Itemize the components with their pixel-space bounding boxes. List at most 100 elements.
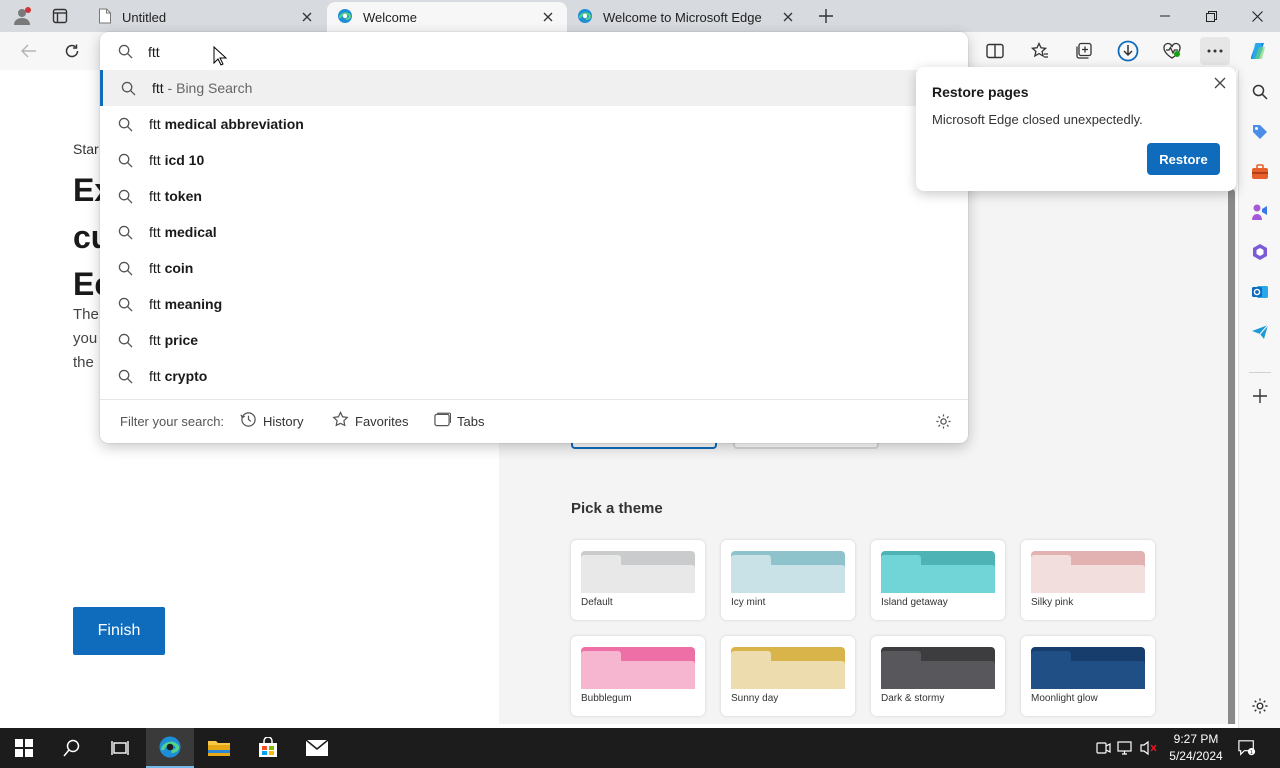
tabs-icon xyxy=(434,412,452,431)
close-window-button[interactable] xyxy=(1234,0,1280,32)
microsoft-365-icon[interactable] xyxy=(1247,239,1273,265)
suggestion-text: ftt price xyxy=(149,332,198,348)
downloads-icon[interactable] xyxy=(1113,37,1143,65)
vertical-tabs-icon[interactable] xyxy=(46,4,74,28)
volume-muted-icon[interactable] xyxy=(1140,739,1158,757)
send-icon[interactable] xyxy=(1247,319,1273,345)
task-view-icon[interactable] xyxy=(96,728,144,768)
search-settings-icon[interactable] xyxy=(935,410,952,432)
taskbar-edge-icon[interactable] xyxy=(146,728,194,768)
finish-button[interactable]: Finish xyxy=(73,607,165,655)
microsoft-store-icon[interactable] xyxy=(244,728,292,768)
more-options-icon[interactable] xyxy=(1200,37,1230,65)
theme-card[interactable]: Default xyxy=(571,540,705,620)
search-suggestion[interactable]: ftt medical abbreviation xyxy=(100,106,968,142)
taskbar-search-icon[interactable] xyxy=(48,728,96,768)
folder-icon xyxy=(731,551,845,593)
search-suggestion[interactable]: ftt meaning xyxy=(100,286,968,322)
search-suggestion[interactable]: ftt crypto xyxy=(100,358,968,394)
search-icon xyxy=(116,331,134,349)
page-icon xyxy=(98,8,112,27)
popup-message: Microsoft Edge closed unexpectedly. xyxy=(932,112,1143,127)
theme-section-title: Pick a theme xyxy=(571,500,663,517)
games-icon[interactable] xyxy=(1247,199,1273,225)
theme-card[interactable]: Sunny day xyxy=(721,636,855,716)
copilot-icon[interactable] xyxy=(1243,37,1273,65)
meet-now-icon[interactable] xyxy=(1094,739,1112,757)
restore-window-button[interactable] xyxy=(1188,0,1234,32)
tab-untitled[interactable]: Untitled xyxy=(88,2,326,32)
outlook-icon[interactable] xyxy=(1247,279,1273,305)
theme-card[interactable]: Moonlight glow xyxy=(1021,636,1155,716)
search-icon[interactable] xyxy=(1247,79,1273,105)
search-suggestion[interactable]: ftt coin xyxy=(100,250,968,286)
search-icon xyxy=(116,223,134,241)
search-suggestion[interactable]: ftt price xyxy=(100,322,968,358)
search-suggestion[interactable]: ftt icd 10 xyxy=(100,142,968,178)
tab-strip: Untitled Welcome Welcome to Microsoft Ed… xyxy=(0,0,1280,32)
collections-icon[interactable] xyxy=(1069,37,1099,65)
search-suggestion[interactable]: ftt - Bing Search xyxy=(100,70,968,106)
suggestion-query: ftt xyxy=(149,188,161,204)
search-icon xyxy=(119,79,137,97)
theme-card[interactable]: Silky pink xyxy=(1021,540,1155,620)
clock-date: 5/24/2024 xyxy=(1169,749,1223,763)
filter-tabs-button[interactable]: Tabs xyxy=(434,410,484,432)
suggestion-text: ftt coin xyxy=(149,260,193,276)
suggestion-completion: icd 10 xyxy=(164,152,205,168)
back-button[interactable] xyxy=(14,37,44,65)
tools-icon[interactable] xyxy=(1247,159,1273,185)
windows-taskbar: 9:27 PM 5/24/2024 1 xyxy=(0,728,1280,768)
start-icon[interactable] xyxy=(0,728,48,768)
theme-card[interactable]: Bubblegum xyxy=(571,636,705,716)
theme-card[interactable]: Icy mint xyxy=(721,540,855,620)
address-input[interactable] xyxy=(148,42,848,62)
star-icon xyxy=(332,410,349,431)
tab-title: Welcome to Microsoft Edge xyxy=(603,9,762,25)
system-clock[interactable]: 9:27 PM 5/24/2024 xyxy=(1162,731,1230,765)
theme-card[interactable]: Island getaway xyxy=(871,540,1005,620)
mouse-cursor xyxy=(213,45,228,71)
shopping-tag-icon[interactable] xyxy=(1247,119,1273,145)
search-suggestion[interactable]: ftt token xyxy=(100,178,968,214)
suggestion-completion: coin xyxy=(164,260,194,276)
search-icon xyxy=(116,151,134,169)
search-icon xyxy=(116,367,134,385)
filter-label: Tabs xyxy=(457,413,485,429)
mail-icon[interactable] xyxy=(293,728,341,768)
favorites-icon[interactable] xyxy=(1025,37,1055,65)
page-scrollbar[interactable] xyxy=(1228,189,1235,724)
profile-icon[interactable] xyxy=(8,4,36,28)
settings-icon[interactable] xyxy=(1247,693,1273,719)
edge-icon xyxy=(577,8,593,27)
tab-welcome-to-edge[interactable]: Welcome to Microsoft Edge xyxy=(567,2,807,32)
close-icon[interactable] xyxy=(1210,73,1230,93)
file-explorer-icon[interactable] xyxy=(195,728,243,768)
theme-card[interactable]: Dark & stormy xyxy=(871,636,1005,716)
split-screen-icon[interactable] xyxy=(980,37,1010,65)
suggestion-query: ftt xyxy=(149,296,161,312)
theme-name: Silky pink xyxy=(1031,597,1074,608)
filter-history-button[interactable]: History xyxy=(240,410,303,432)
tab-title: Untitled xyxy=(122,9,167,25)
theme-name: Dark & stormy xyxy=(881,693,945,704)
close-icon[interactable] xyxy=(298,8,316,26)
refresh-button[interactable] xyxy=(57,37,87,65)
close-icon[interactable] xyxy=(539,8,557,26)
filter-favorites-button[interactable]: Favorites xyxy=(332,410,408,432)
clock-time: 9:27 PM xyxy=(1173,732,1219,746)
search-suggestion[interactable]: ftt medical xyxy=(100,214,968,250)
close-icon[interactable] xyxy=(779,8,797,26)
restore-button[interactable]: Restore xyxy=(1147,143,1220,175)
notifications-icon[interactable]: 1 xyxy=(1238,739,1256,757)
search-icon xyxy=(116,187,134,205)
suggestion-query: ftt xyxy=(149,368,161,384)
minimize-button[interactable] xyxy=(1142,0,1188,32)
performance-icon[interactable] xyxy=(1157,37,1187,65)
network-icon[interactable] xyxy=(1117,739,1135,757)
new-tab-button[interactable] xyxy=(812,4,840,28)
add-icon[interactable] xyxy=(1247,383,1273,409)
suggestion-source: - Bing Search xyxy=(163,80,253,96)
tab-welcome[interactable]: Welcome xyxy=(327,2,567,32)
filter-label: Favorites xyxy=(355,413,409,429)
